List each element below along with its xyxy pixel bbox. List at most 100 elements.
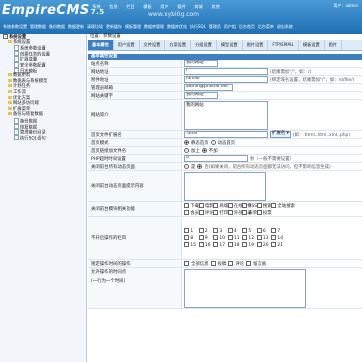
sidebar-item[interactable]: 执行SQL语句 <box>0 134 86 141</box>
checkbox-icon[interactable] <box>227 210 233 215</box>
close-class-option[interactable]: 17 <box>213 242 226 248</box>
close-module-option[interactable]: 会员 <box>184 210 199 216</box>
sub-nav-item[interactable]: 后台首页 <box>239 24 255 30</box>
main-nav-item[interactable]: 栏目 <box>122 0 139 10</box>
index-ext-select[interactable]: 扩展名 ▾ <box>270 131 291 138</box>
main-nav-item[interactable]: 模板 <box>139 0 156 10</box>
checkbox-icon[interactable] <box>227 203 233 208</box>
close-module-option[interactable]: 下载 <box>184 203 199 209</box>
close-class-option[interactable]: 18 <box>227 242 241 248</box>
checkbox-icon[interactable] <box>198 203 204 208</box>
checkbox-icon[interactable] <box>213 235 218 240</box>
checkbox-icon[interactable] <box>198 228 204 233</box>
sub-nav-item[interactable]: 管理员 <box>209 24 221 30</box>
checkbox-icon[interactable] <box>242 203 247 208</box>
close-class-option[interactable]: 2 <box>198 228 212 234</box>
site-url-input[interactable]: / <box>184 68 268 75</box>
close-class-option[interactable]: 3 <box>213 228 226 234</box>
close-class-option[interactable]: 9 <box>198 235 212 241</box>
checkbox-icon[interactable] <box>256 242 262 247</box>
email-input[interactable]: admin@phome.net <box>184 84 233 91</box>
index-ext-input[interactable]: .html <box>184 131 268 138</box>
close-class-option[interactable]: 19 <box>242 242 255 248</box>
main-nav-item[interactable]: 其他 <box>207 0 224 10</box>
checkbox-icon[interactable] <box>242 228 247 233</box>
checkbox-icon[interactable] <box>256 235 262 240</box>
checkbox-icon[interactable] <box>184 228 189 233</box>
main-nav-item[interactable]: 用户 <box>156 0 173 10</box>
settings-tab[interactable]: 用户设置 <box>114 40 140 50</box>
close-site-yes-radio[interactable] <box>184 164 189 169</box>
pre-time-checkbox[interactable] <box>228 261 234 266</box>
sub-nav-item[interactable]: 数据库管理 <box>144 24 164 30</box>
index-mode-dynamic-radio[interactable] <box>210 140 216 145</box>
checkbox-icon[interactable] <box>227 228 233 233</box>
close-module-option[interactable]: 打印 <box>213 210 228 216</box>
settings-tab[interactable]: 图片设置 <box>243 40 269 50</box>
checkbox-icon[interactable] <box>184 210 189 215</box>
pre-time-checkbox[interactable] <box>210 261 216 266</box>
settings-tab[interactable]: FTP/EMAIL <box>268 40 299 50</box>
settings-tab[interactable]: 图片 <box>325 40 343 50</box>
settings-tab[interactable]: 分组设置 <box>191 40 217 50</box>
close-module-option[interactable]: 在线支付 <box>227 203 251 209</box>
sub-nav-item[interactable]: 更新缓存 <box>106 24 122 30</box>
index-mode-static-radio[interactable] <box>184 140 189 145</box>
desc-textarea[interactable]: 我的网站 <box>184 101 268 130</box>
checkbox-icon[interactable] <box>242 235 247 240</box>
sub-nav-item[interactable]: 模板管理 <box>125 24 141 30</box>
close-module-option[interactable]: 搜索 <box>256 203 272 209</box>
close-class-option[interactable]: 5 <box>242 228 255 234</box>
close-class-option[interactable]: 13 <box>256 235 270 241</box>
checkbox-icon[interactable] <box>227 242 233 247</box>
user-info[interactable]: 用户：admin <box>333 3 358 9</box>
checkbox-icon[interactable] <box>256 228 262 233</box>
close-class-option[interactable]: 10 <box>213 235 226 241</box>
close-module-option[interactable]: 全站搜索 <box>271 203 295 209</box>
checkbox-icon[interactable] <box>242 210 247 215</box>
checkbox-icon[interactable] <box>256 210 262 215</box>
sub-nav-item[interactable]: 数据更新 <box>68 24 84 30</box>
checkbox-icon[interactable] <box>213 203 218 208</box>
close-class-option[interactable]: 7 <box>271 228 284 234</box>
sub-nav-item[interactable]: 清理垃圾 <box>87 24 103 30</box>
checkbox-icon[interactable] <box>271 242 276 247</box>
close-class-option[interactable]: 21 <box>271 242 284 248</box>
sub-nav-item[interactable]: 用户组 <box>224 24 236 30</box>
close-reason-textarea[interactable] <box>184 172 266 201</box>
settings-tab[interactable]: 模型设置 <box>217 40 243 50</box>
close-class-option[interactable]: 1 <box>184 228 197 234</box>
pre-time-detail-textarea[interactable] <box>184 269 306 308</box>
checkbox-icon[interactable] <box>198 210 204 215</box>
checkbox-icon[interactable] <box>198 235 204 240</box>
sub-nav-item[interactable]: 管理数据 <box>30 24 46 30</box>
pre-time-checkbox[interactable] <box>184 261 189 266</box>
close-class-option[interactable]: 14 <box>271 235 284 241</box>
sub-nav-item[interactable]: 数据库优化 <box>167 24 187 30</box>
settings-tab[interactable]: 文件设置 <box>140 40 166 50</box>
main-nav-item[interactable]: 信息 <box>105 0 122 10</box>
close-class-option[interactable]: 6 <box>256 228 270 234</box>
close-class-option[interactable]: 8 <box>184 235 197 241</box>
close-module-option[interactable]: 投票 <box>256 210 272 216</box>
main-nav-item[interactable]: 系统 <box>88 0 105 10</box>
checkbox-icon[interactable] <box>198 242 204 247</box>
site-name-input[interactable]: 我的网站 <box>184 60 218 67</box>
keywords-input[interactable]: 我的网站 <box>184 92 218 99</box>
settings-tab[interactable]: 模板设置 <box>299 40 325 50</box>
close-module-option[interactable]: 外部登录 <box>227 210 251 216</box>
checkbox-icon[interactable] <box>184 235 189 240</box>
checkbox-icon[interactable] <box>271 203 276 208</box>
close-class-option[interactable]: 11 <box>227 235 241 241</box>
sub-nav-item[interactable]: 后台菜单 <box>258 24 274 30</box>
checkbox-icon[interactable] <box>227 235 233 240</box>
close-module-option[interactable]: 表单 <box>242 210 257 216</box>
checkbox-icon[interactable] <box>271 228 276 233</box>
sub-nav-item[interactable]: 执行SQL <box>190 24 206 30</box>
settings-tab[interactable]: 基本属性 <box>88 40 114 50</box>
close-module-option[interactable]: 电影 <box>198 203 214 209</box>
close-module-option[interactable]: RSS <box>242 203 257 209</box>
checkbox-icon[interactable] <box>256 203 262 208</box>
checkbox-icon[interactable] <box>213 210 218 215</box>
sub-nav-item[interactable]: 备份数据 <box>49 24 65 30</box>
